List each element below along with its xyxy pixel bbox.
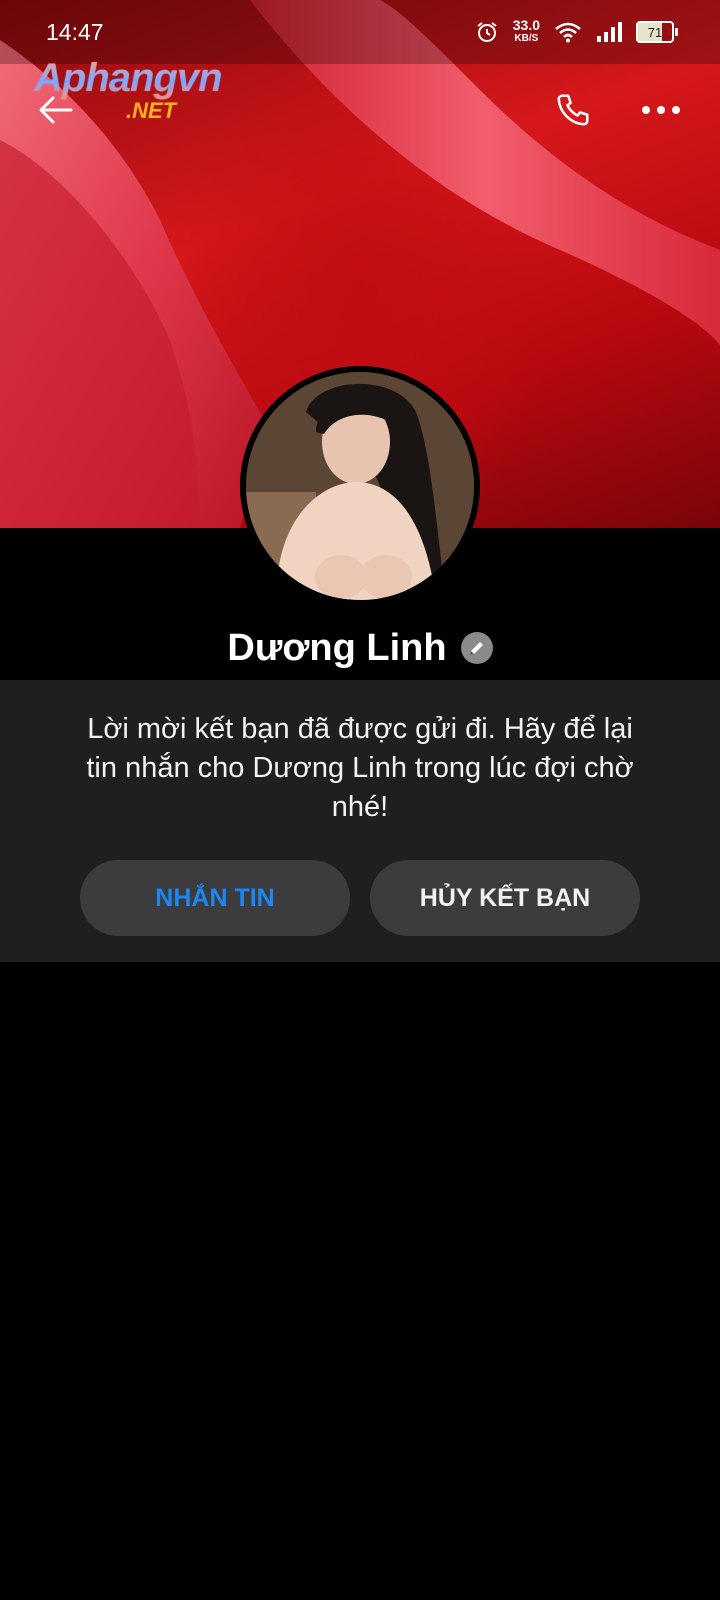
signal-icon xyxy=(597,22,622,42)
cancel-friend-request-button[interactable]: HỦY KẾT BẠN xyxy=(370,860,640,936)
more-icon xyxy=(642,106,680,114)
profile-name: Dương Linh xyxy=(227,626,447,669)
status-time: 14:47 xyxy=(46,18,104,45)
back-arrow-icon xyxy=(39,96,73,124)
send-message-button[interactable]: NHẮN TIN xyxy=(80,860,350,936)
friend-request-panel: Lời mời kết bạn đã được gửi đi. Hãy để l… xyxy=(0,680,720,962)
call-button[interactable] xyxy=(548,88,598,132)
battery-icon: 71 xyxy=(636,21,678,43)
avatar[interactable] xyxy=(246,372,474,600)
more-button[interactable] xyxy=(636,88,686,132)
status-icons: 33.0 KB/S 71 xyxy=(475,17,678,45)
watermark-bottom: .NET xyxy=(126,98,177,123)
alarm-icon xyxy=(477,22,497,42)
pencil-icon xyxy=(469,642,483,655)
net-speed-unit: KB/S xyxy=(514,33,539,44)
avatar-frame[interactable] xyxy=(240,366,480,606)
back-button[interactable] xyxy=(30,88,80,132)
friend-request-message: Lời mời kết bạn đã được gửi đi. Hãy để l… xyxy=(86,713,634,823)
battery-level: 71 xyxy=(647,24,663,40)
net-speed: 33.0 KB/S xyxy=(512,17,540,45)
profile-name-row: Dương Linh xyxy=(0,620,720,676)
edit-nickname-button[interactable] xyxy=(460,632,493,664)
phone-icon xyxy=(557,94,589,126)
wifi-icon xyxy=(555,22,581,43)
status-bar: 14:47 33.0 KB/S 71 xyxy=(0,0,720,64)
net-speed-value: 33.0 xyxy=(512,17,540,33)
